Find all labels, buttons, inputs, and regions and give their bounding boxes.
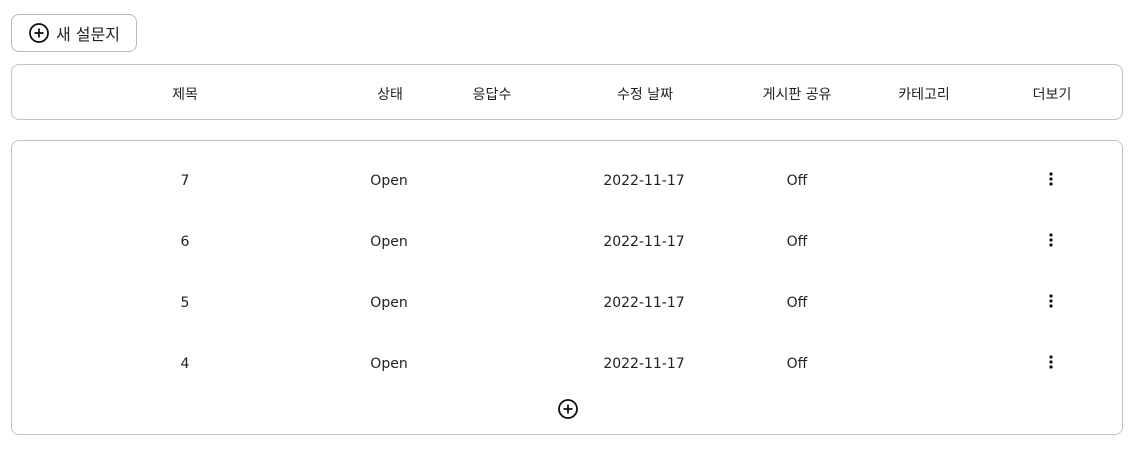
more-vertical-icon[interactable] — [1043, 232, 1059, 248]
new-survey-button[interactable]: 새 설문지 — [11, 14, 137, 52]
row-modified-date: 2022-11-17 — [603, 295, 685, 311]
more-vertical-icon[interactable] — [1043, 354, 1059, 370]
row-status: Open — [370, 295, 408, 311]
column-header-category[interactable]: 카테고리 — [898, 84, 950, 104]
survey-list: 7 Open 2022-11-17 Off 6 Open 2022-11-17 … — [11, 140, 1123, 435]
column-header-title[interactable]: 제목 — [172, 84, 198, 104]
add-survey-button[interactable] — [557, 398, 579, 420]
row-board-share: Off — [786, 295, 808, 311]
table-row[interactable]: 4 Open 2022-11-17 Off — [12, 332, 1122, 393]
column-header-modified-date[interactable]: 수정 날짜 — [617, 84, 673, 104]
row-board-share: Off — [786, 173, 808, 189]
row-modified-date: 2022-11-17 — [603, 234, 685, 250]
table-row[interactable]: 7 Open 2022-11-17 Off — [12, 149, 1122, 210]
row-title[interactable]: 6 — [181, 234, 190, 250]
row-title[interactable]: 7 — [181, 173, 190, 189]
row-status: Open — [370, 356, 408, 372]
column-header-board-share[interactable]: 게시판 공유 — [763, 84, 832, 104]
row-board-share: Off — [786, 234, 808, 250]
table-row[interactable]: 6 Open 2022-11-17 Off — [12, 210, 1122, 271]
row-status: Open — [370, 234, 408, 250]
column-header-more: 더보기 — [1032, 87, 1072, 103]
more-vertical-icon[interactable] — [1043, 293, 1059, 309]
more-vertical-icon[interactable] — [1043, 171, 1059, 187]
new-survey-label: 새 설문지 — [56, 25, 120, 44]
plus-circle-icon — [28, 22, 50, 44]
row-title[interactable]: 5 — [181, 295, 190, 311]
table-row[interactable]: 5 Open 2022-11-17 Off — [12, 271, 1122, 332]
column-header-status[interactable]: 상태 — [377, 84, 403, 104]
row-modified-date: 2022-11-17 — [603, 356, 685, 372]
row-status: Open — [370, 173, 408, 189]
row-board-share: Off — [786, 356, 808, 372]
table-header: 제목 상태 응답수 수정 날짜 게시판 공유 카테고리 더보기 — [11, 64, 1123, 120]
row-title[interactable]: 4 — [181, 356, 190, 372]
row-modified-date: 2022-11-17 — [603, 173, 685, 189]
plus-circle-icon — [557, 398, 579, 420]
column-header-responses[interactable]: 응답수 — [473, 84, 512, 104]
